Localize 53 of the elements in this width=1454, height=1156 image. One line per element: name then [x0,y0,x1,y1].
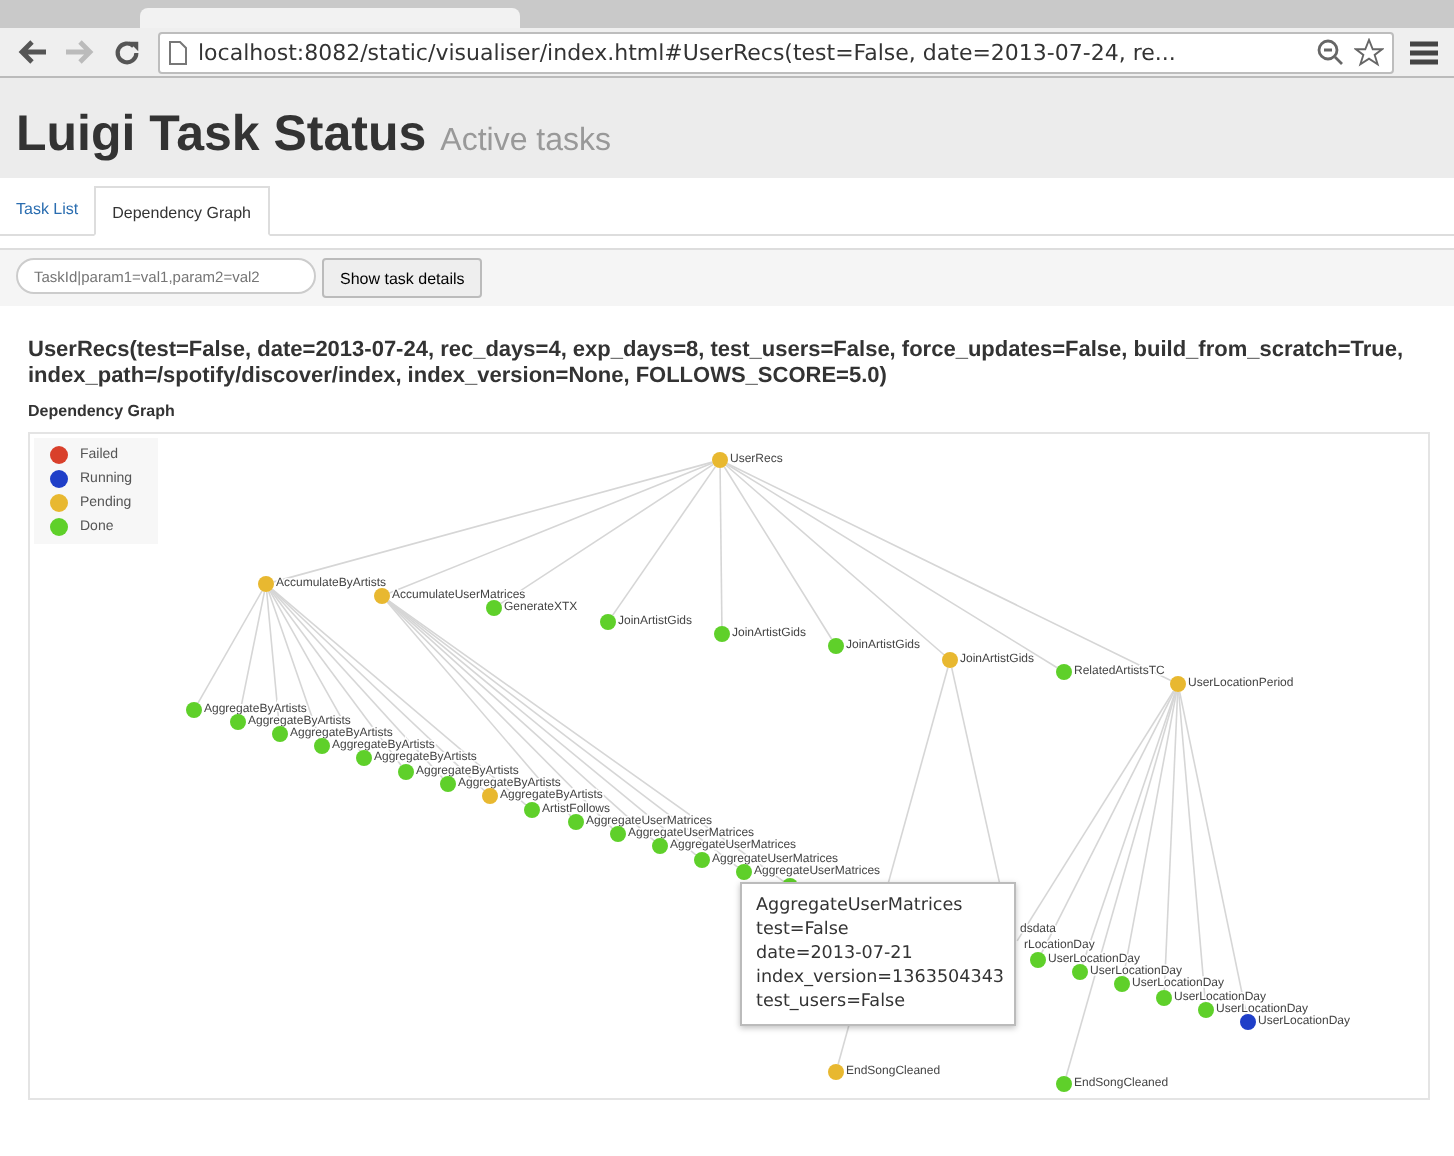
task-node[interactable] [652,838,668,854]
task-node[interactable] [1030,952,1046,968]
task-node[interactable] [486,600,502,616]
address-bar[interactable]: localhost:8082/static/visualiser/index.html#UserRecs(test=False, date=2013-07-24, re... [158,31,1394,73]
browser-tab[interactable] [140,8,520,28]
task-node[interactable] [736,864,752,880]
page-title: Luigi Task Status [16,106,427,164]
task-node[interactable] [712,452,728,468]
page-icon [168,39,188,65]
task-node[interactable] [568,814,584,830]
task-title: UserRecs(test=False, date=2013-07-24, rec_days=4, exp_days=8, test_users=False, force_updates=False, build_from_scratch=True, index_path=/spotify/discover/index, index_version=None, FOLLOWS_SCORE=5.0) [26,338,1406,390]
task-node[interactable] [1056,664,1072,680]
task-node[interactable] [258,576,274,592]
task-node[interactable] [1170,676,1186,692]
tooltip-line: index_version=1363504343 [756,966,1000,990]
back-icon[interactable] [16,38,48,66]
task-node[interactable] [1072,964,1088,980]
task-node[interactable] [186,702,202,718]
task-node[interactable] [1114,976,1130,992]
task-node[interactable] [714,626,730,642]
task-node[interactable] [828,1064,844,1080]
tab[interactable]: Task List [0,184,95,234]
zoom-icon[interactable] [1316,38,1344,66]
page-subtitle: Active tasks [440,124,611,160]
graph-heading: Dependency Graph [26,402,177,424]
task-node[interactable] [694,852,710,868]
tooltip-line: test=False [756,918,851,942]
task-node[interactable] [398,764,414,780]
task-node[interactable] [610,826,626,842]
forward-icon[interactable] [64,38,96,66]
task-node[interactable] [828,638,844,654]
tab[interactable]: Dependency Graph [94,186,270,236]
star-icon[interactable] [1354,37,1384,67]
task-node[interactable] [374,588,390,604]
show-details-button[interactable]: Show task details [322,258,483,298]
task-node[interactable] [440,776,456,792]
reload-icon[interactable] [112,37,142,67]
task-node[interactable] [1056,1076,1072,1092]
task-node[interactable] [1240,1014,1256,1030]
task-node[interactable] [524,802,540,818]
task-node[interactable] [942,652,958,668]
tooltip-line: date=2013-07-21 [756,942,915,966]
task-node[interactable] [356,750,372,766]
tooltip-line: test_users=False [756,990,908,1014]
menu-icon[interactable] [1410,39,1438,65]
task-node[interactable] [1198,1002,1214,1018]
task-node[interactable] [600,614,616,630]
task-node[interactable] [272,726,288,742]
task-node[interactable] [230,714,246,730]
task-node[interactable] [314,738,330,754]
task-node[interactable] [482,788,498,804]
tooltip-line: AggregateUserMatrices [756,894,965,918]
task-node[interactable] [1156,990,1172,1006]
